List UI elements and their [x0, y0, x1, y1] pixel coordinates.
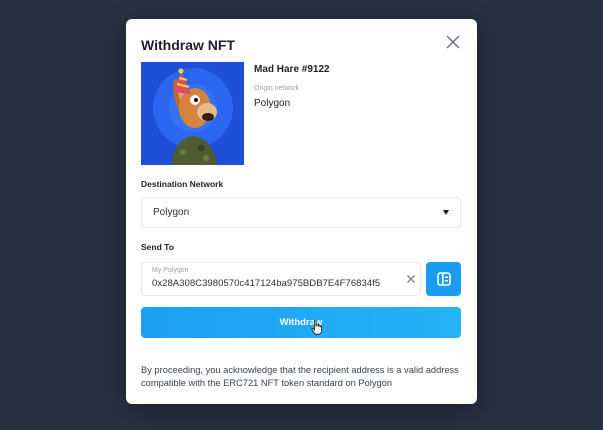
nft-thumbnail [141, 62, 244, 165]
origin-network-label: Origin network [254, 85, 300, 92]
caret-down-icon [443, 210, 449, 215]
disclaimer-text: By proceeding, you acknowledge that the … [141, 365, 459, 388]
address-field-label: My Polygon [152, 267, 189, 274]
destination-network-select[interactable]: Polygon [141, 197, 461, 228]
withdraw-nft-modal: Withdraw NFT Mad Hare #9122 Origin netwo… [126, 19, 477, 404]
app-background: { "modal": { "title": "Withdraw NFT", "c… [0, 0, 603, 430]
recipient-address-field[interactable]: My Polygon 0x28A308C3980570c417124ba975B… [141, 262, 421, 296]
withdraw-button[interactable]: Withdraw [141, 307, 461, 338]
recipient-address-value[interactable]: 0x28A308C3980570c417124ba975BDB7E4F76834… [152, 278, 380, 289]
hand-cursor-icon [311, 320, 323, 335]
origin-network-value: Polygon [254, 98, 291, 109]
clear-icon[interactable] [406, 274, 416, 284]
modal-title: Withdraw NFT [141, 37, 235, 53]
address-book-button[interactable] [426, 262, 461, 296]
send-to-label: Send To [141, 242, 174, 252]
address-book-icon [437, 272, 451, 286]
withdraw-button-label: Withdraw [279, 317, 323, 328]
nft-name: Mad Hare #9122 [254, 64, 330, 75]
close-icon[interactable] [445, 34, 461, 50]
destination-network-value: Polygon [153, 207, 190, 218]
destination-network-label: Destination Network [141, 179, 224, 189]
